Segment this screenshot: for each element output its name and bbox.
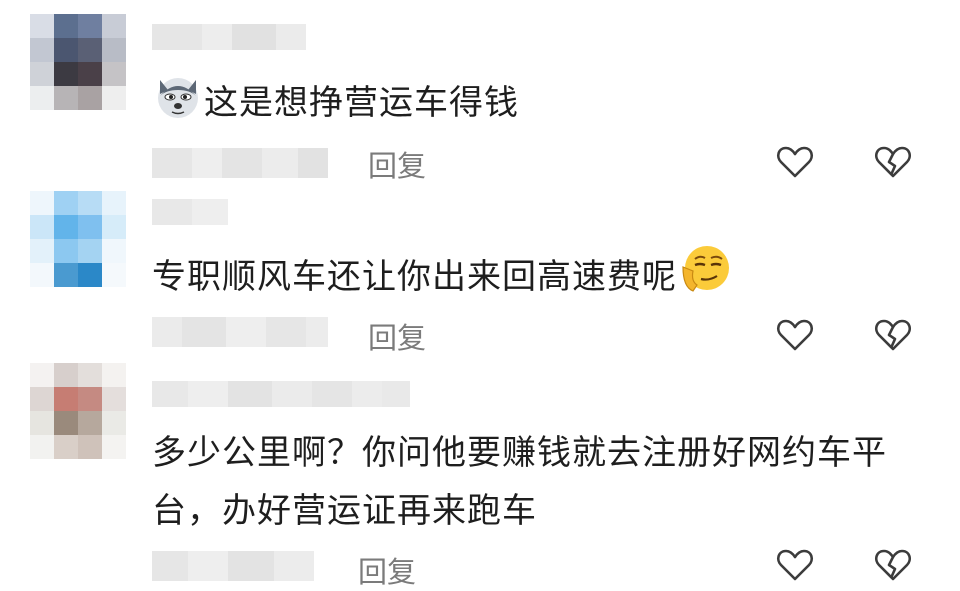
reply-button[interactable]: 回复 <box>368 315 426 357</box>
comment-text-content: 这是想挣营运车得钱 <box>204 83 519 123</box>
comment-text-line-2: 台，办好营运证再来跑车 <box>152 491 537 531</box>
avatar-blurred[interactable] <box>30 191 126 287</box>
username-blurred[interactable] <box>152 381 410 407</box>
heart-outline-icon[interactable] <box>775 545 815 585</box>
comment-text-content: 专职顺风车还让你出来回高速费呢 <box>152 257 677 297</box>
timestamp-blurred <box>152 551 314 581</box>
comment-text: 这是想挣营运车得钱 <box>152 68 519 141</box>
comment-item-3: 多少公里啊？你问他要赚钱就去注册好网约车平 台，办好营运证再来跑车 回复 <box>0 355 960 589</box>
timestamp-blurred <box>152 148 328 178</box>
comment-item-2: 专职顺风车还让你出来回高速费呢 回复 <box>0 185 960 365</box>
heart-outline-icon[interactable] <box>775 315 815 355</box>
username-blurred[interactable] <box>152 199 228 225</box>
timestamp-blurred <box>152 317 328 347</box>
comment-text: 专职顺风车还让你出来回高速费呢 <box>152 241 731 316</box>
avatar-blurred[interactable] <box>30 363 126 459</box>
reply-button[interactable]: 回复 <box>358 549 416 591</box>
comment-text-line-1: 多少公里啊？你问他要赚钱就去注册好网约车平 <box>152 433 887 473</box>
reply-button[interactable]: 回复 <box>368 143 426 185</box>
broken-heart-outline-icon[interactable] <box>873 545 913 585</box>
username-blurred[interactable] <box>152 24 306 50</box>
avatar-blurred[interactable] <box>30 14 126 110</box>
smirk-emoji-icon <box>677 241 731 316</box>
broken-heart-outline-icon[interactable] <box>873 315 913 355</box>
heart-outline-icon[interactable] <box>775 142 815 182</box>
comment-item-1: 这是想挣营运车得钱 回复 <box>0 0 960 190</box>
wolf-emoji-icon <box>152 68 204 141</box>
broken-heart-outline-icon[interactable] <box>873 142 913 182</box>
